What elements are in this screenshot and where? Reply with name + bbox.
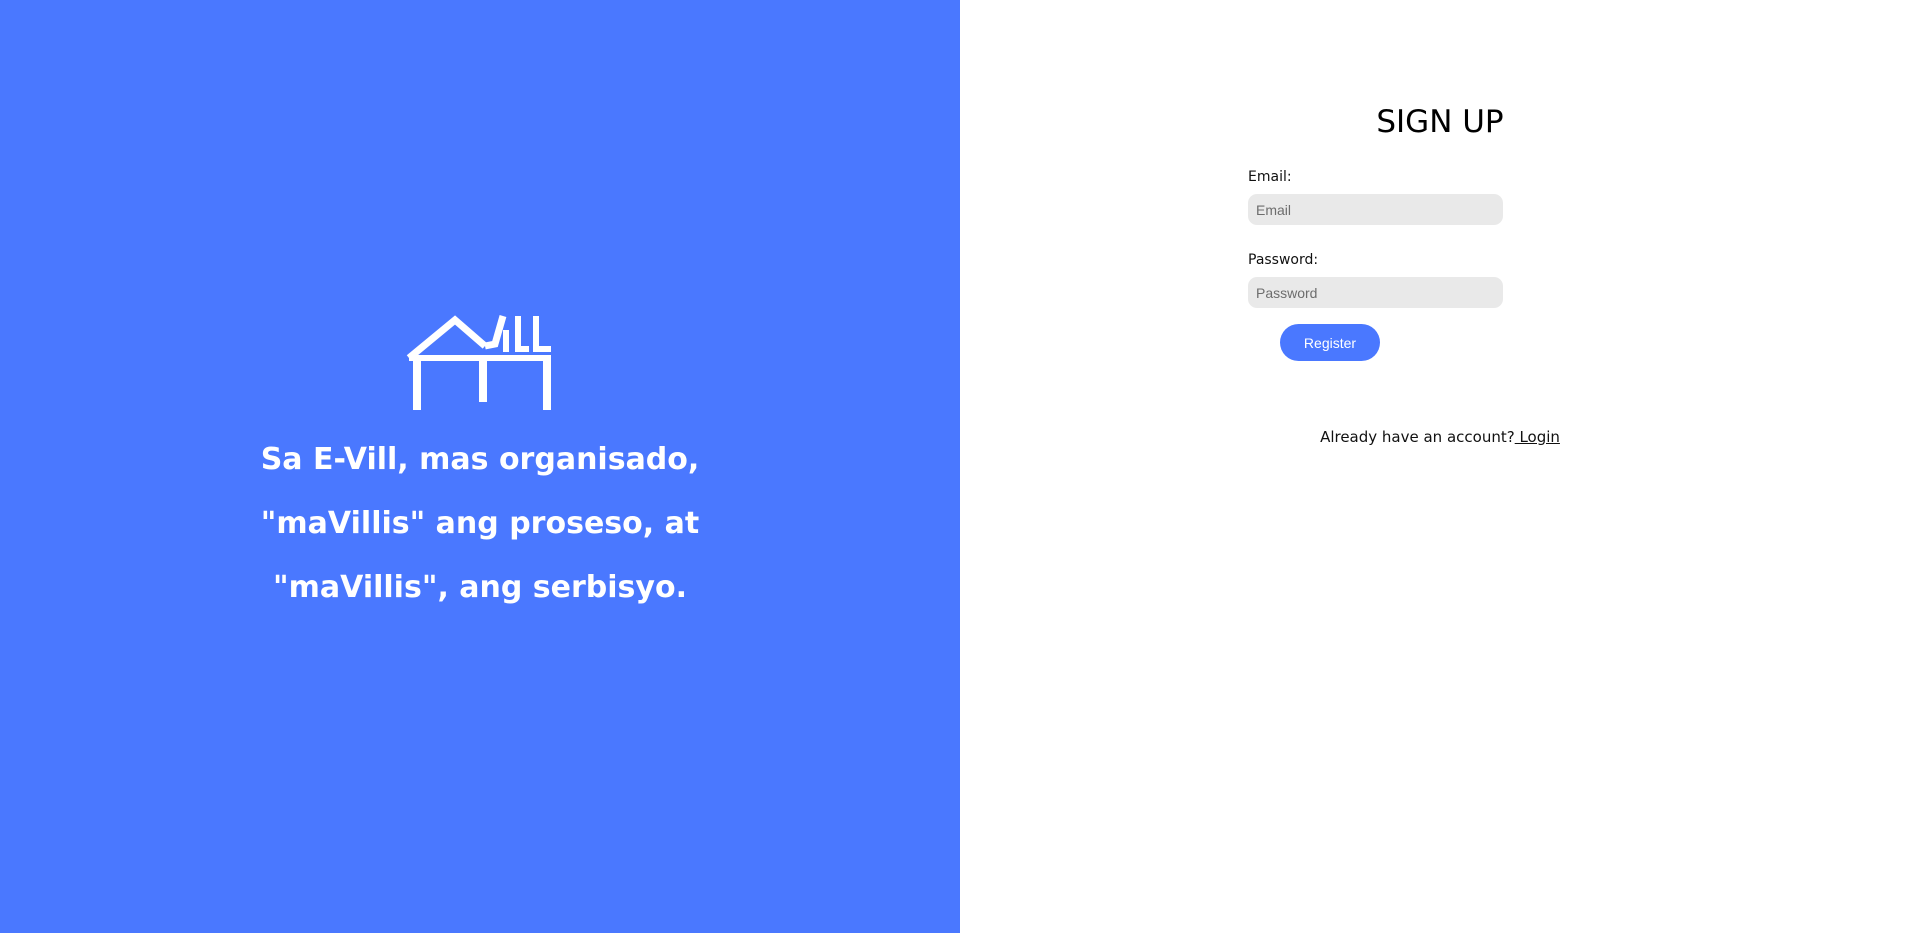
tagline-line: Sa E-Vill, mas organisado,	[260, 442, 700, 477]
tagline: Sa E-Vill, mas organisado, "maVillis" an…	[0, 428, 960, 620]
login-prompt-text: Already have an account?	[1320, 428, 1515, 446]
login-prompt: Already have an account? Login	[960, 427, 1920, 447]
password-label: Password:	[1248, 252, 1319, 268]
brand-panel: Sa E-Vill, mas organisado, "maVillis" an…	[0, 0, 960, 933]
login-link[interactable]: Login	[1515, 428, 1559, 446]
register-button[interactable]: Register	[1280, 324, 1380, 361]
evill-house-logo-icon	[406, 315, 551, 410]
password-input[interactable]	[1248, 277, 1503, 308]
signup-page: Sa E-Vill, mas organisado, "maVillis" an…	[0, 0, 1920, 933]
tagline-line: "maVillis" ang proseso, at	[260, 506, 700, 541]
email-label: Email:	[1248, 169, 1292, 185]
form-panel: SIGN UP Email: Password: Register Alread…	[960, 0, 1920, 933]
email-input[interactable]	[1248, 194, 1503, 225]
tagline-line: "maVillis", ang serbisyo.	[273, 570, 687, 605]
page-title: SIGN UP	[1376, 104, 1504, 140]
